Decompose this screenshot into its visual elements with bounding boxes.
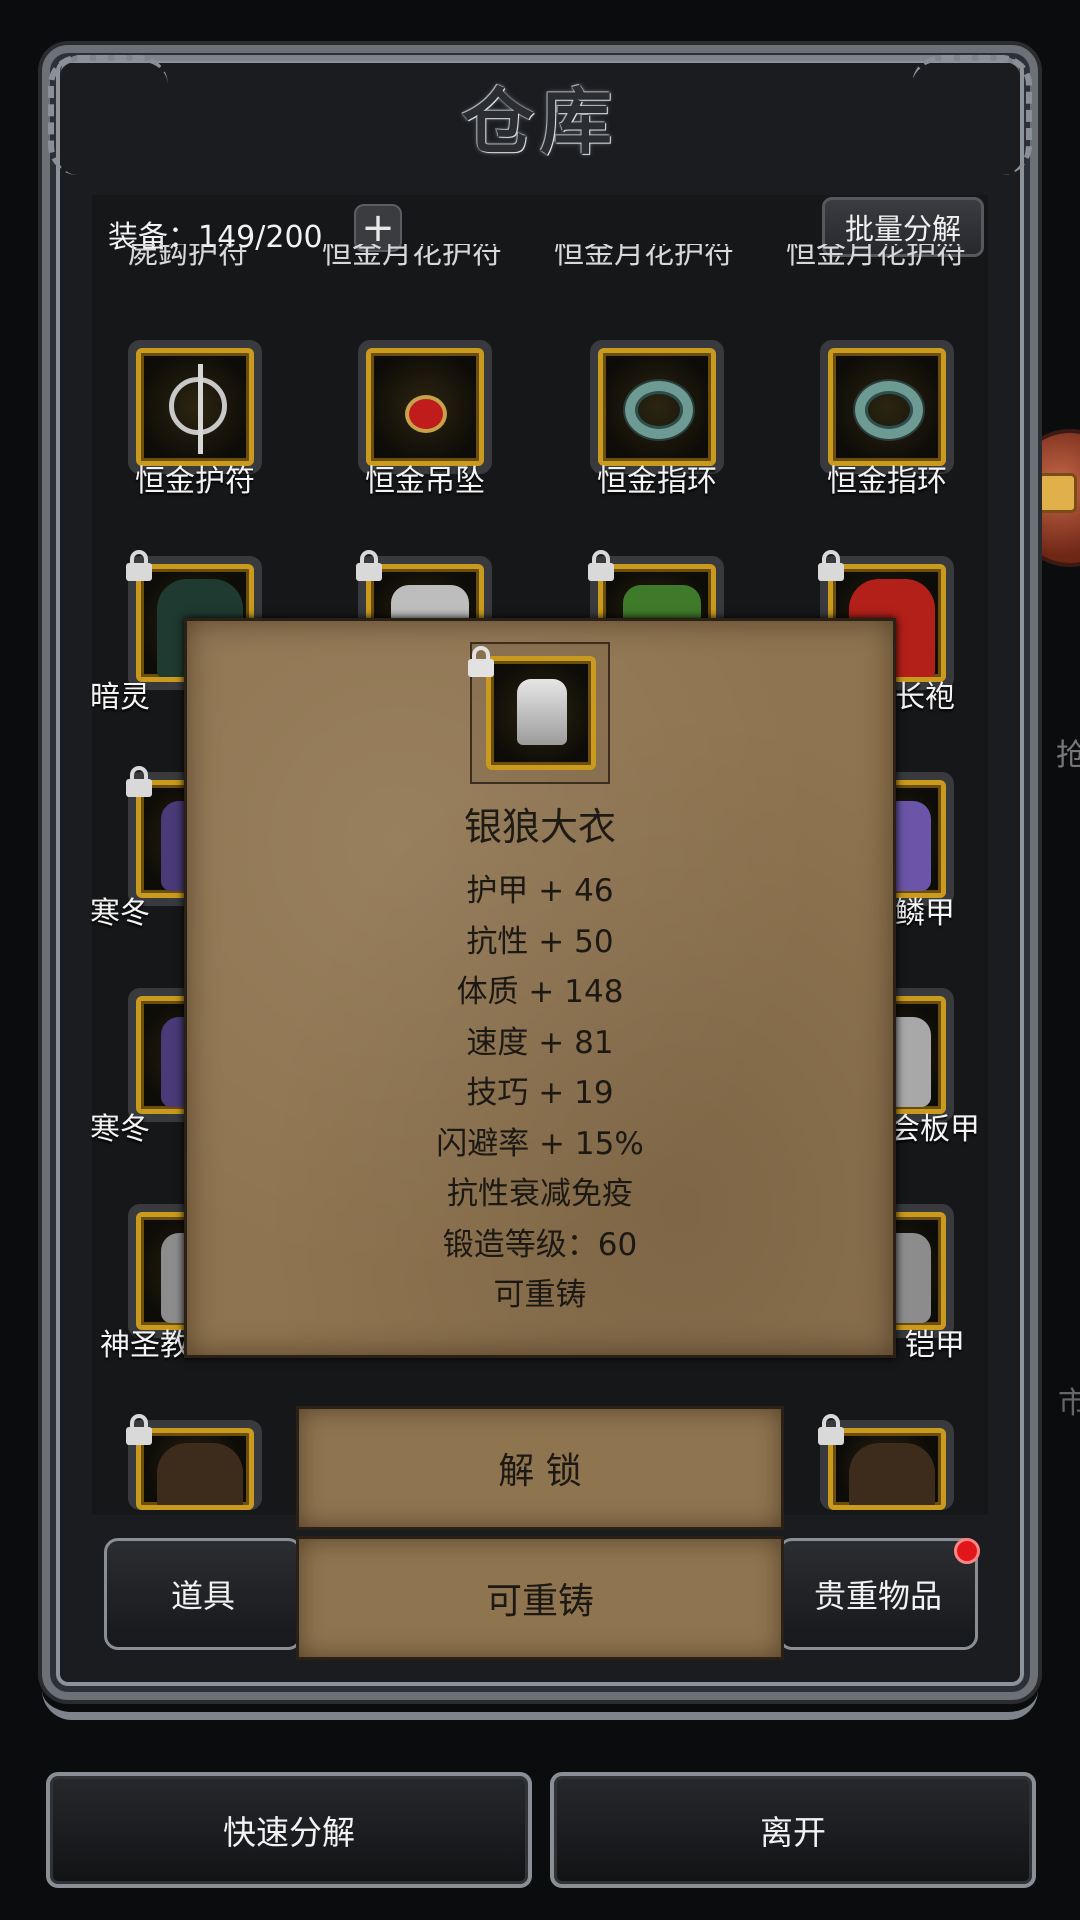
stat-line: 锻造等级：60 bbox=[442, 1226, 638, 1263]
stat-line: 技巧 + 19 bbox=[466, 1075, 614, 1111]
lock-icon bbox=[586, 550, 616, 581]
lock-icon bbox=[466, 646, 496, 678]
item-slot[interactable] bbox=[128, 340, 262, 474]
item-name: 银狼大衣 bbox=[463, 805, 616, 849]
item-label: 恒金指环 bbox=[597, 464, 717, 499]
notification-dot bbox=[954, 1538, 980, 1564]
stat-line: 速度 + 81 bbox=[466, 1024, 614, 1061]
item-label: 寒冬 bbox=[90, 1112, 150, 1147]
item-label: 恒金月花护符 bbox=[554, 244, 734, 270]
item-slot[interactable] bbox=[126, 1414, 262, 1510]
lock-icon bbox=[816, 550, 846, 581]
lock-icon bbox=[124, 766, 154, 797]
ring-icon bbox=[855, 381, 923, 439]
item-label: 屍鈎护符 bbox=[128, 244, 248, 270]
stat-line: 闪避率 + 15% bbox=[436, 1125, 644, 1162]
item-label: 恒金指环 bbox=[827, 464, 947, 499]
item-label: 鳞甲 bbox=[895, 896, 955, 931]
item-stats: 护甲 + 46 抗性 + 50 体质 + 148 速度 + 81 技巧 + 19… bbox=[184, 866, 896, 1321]
item-label: 恒金月花护符 bbox=[322, 244, 502, 270]
partial-row: 屍鈎护符 恒金月花护符 恒金月花护符 恒金月花护符 bbox=[92, 244, 988, 270]
tab-items[interactable]: 道具 bbox=[104, 1538, 302, 1650]
unlock-button[interactable]: 解 锁 bbox=[296, 1406, 784, 1530]
item-label: 恒金月花护符 bbox=[786, 244, 966, 270]
item-label: 暗灵 bbox=[90, 680, 150, 715]
stat-line: 体质 + 148 bbox=[456, 974, 624, 1010]
amulet-icon bbox=[169, 364, 227, 454]
chain-ornament-left bbox=[48, 55, 168, 175]
background-text: 市 bbox=[1058, 1386, 1080, 1421]
pendant-icon bbox=[409, 399, 443, 429]
panel-title: 仓库 bbox=[461, 78, 618, 164]
leave-button[interactable]: 离开 bbox=[550, 1772, 1036, 1888]
stat-line: 抗性 + 50 bbox=[466, 923, 614, 960]
lock-icon bbox=[124, 1414, 154, 1445]
hood-icon bbox=[157, 1443, 243, 1505]
stat-line: 抗性衰减免疫 bbox=[447, 1176, 633, 1212]
lock-icon bbox=[816, 1414, 846, 1445]
ring-icon bbox=[625, 381, 693, 439]
item-slot[interactable] bbox=[818, 1414, 954, 1510]
bottom-ornament bbox=[42, 1672, 1038, 1720]
item-label: 恒金吊坠 bbox=[365, 464, 485, 499]
stat-line: 护甲 + 46 bbox=[466, 873, 614, 909]
lock-icon bbox=[354, 550, 384, 581]
item-label: 恒金护符 bbox=[135, 464, 255, 499]
item-label: 铠甲 bbox=[905, 1328, 965, 1363]
tab-valuables[interactable]: 贵重物品 bbox=[778, 1538, 978, 1650]
quick-decompose-button[interactable]: 快速分解 bbox=[46, 1772, 532, 1888]
chest-icon bbox=[1037, 473, 1077, 513]
lock-icon bbox=[124, 550, 154, 581]
chain-ornament-right bbox=[912, 55, 1032, 175]
item-slot[interactable] bbox=[590, 340, 724, 474]
silver-coat-icon bbox=[517, 679, 567, 745]
stat-line: 可重铸 bbox=[493, 1277, 587, 1313]
hood-icon bbox=[849, 1443, 935, 1505]
item-label: 寒冬 bbox=[90, 896, 150, 931]
reforge-button[interactable]: 可重铸 bbox=[296, 1536, 784, 1660]
item-slot[interactable] bbox=[358, 340, 492, 474]
item-slot[interactable] bbox=[820, 340, 954, 474]
background-text: 抢 bbox=[1056, 738, 1080, 773]
